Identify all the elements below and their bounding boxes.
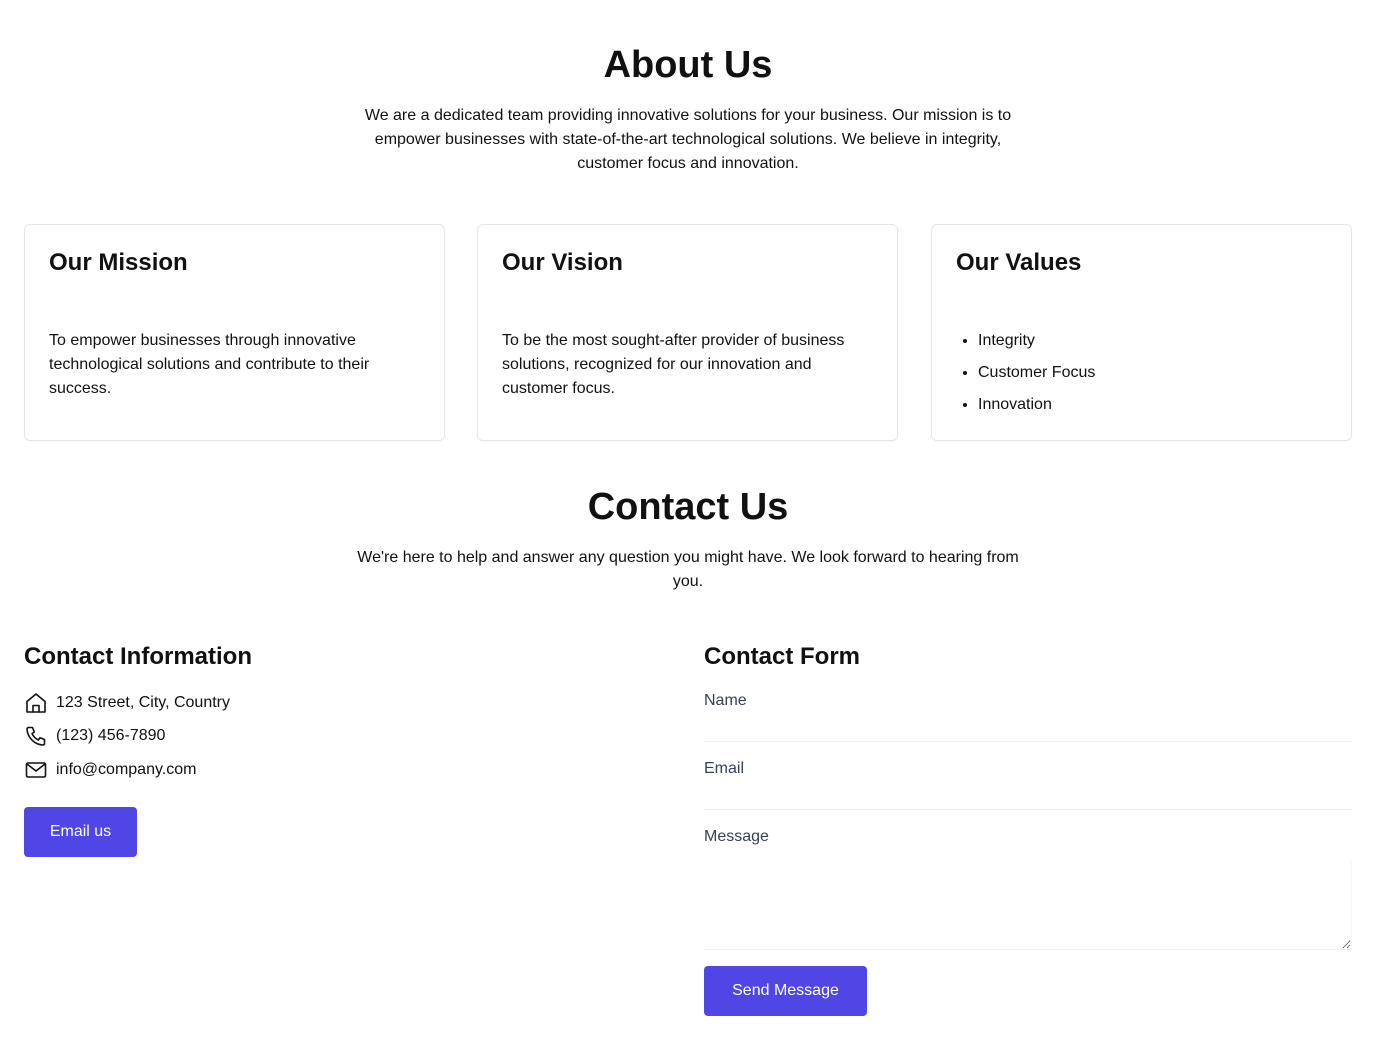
name-input[interactable] (704, 716, 1352, 742)
home-icon (26, 693, 46, 713)
mission-card: Our Mission To empower businesses throug… (24, 224, 445, 441)
phone-row: (123) 456-7890 (24, 724, 165, 748)
message-label: Message (704, 828, 769, 845)
vision-card: Our Vision To be the most sought-after p… (477, 224, 898, 441)
contact-form-heading: Contact Form (704, 643, 860, 670)
phone-text: (123) 456-7890 (56, 727, 166, 744)
values-list: Integrity Customer Focus Innovation (956, 329, 1095, 425)
value-item-innovation: Innovation (978, 393, 1095, 417)
vision-text: To be the most sought-after provider of … (502, 332, 845, 397)
about-title: About Us (603, 44, 773, 86)
value-item-customer-focus: Customer Focus (978, 361, 1095, 385)
name-label: Name (704, 692, 747, 709)
mission-text: To empower businesses through innovative… (49, 332, 370, 397)
contact-info-heading: Contact Information (24, 643, 252, 670)
email-us-button[interactable]: Email us (24, 807, 137, 857)
values-card: Our Values Integrity Customer Focus Inno… (931, 224, 1352, 441)
phone-icon (26, 726, 46, 746)
value-item-integrity: Integrity (978, 329, 1095, 353)
page: About Us We are a dedicated team providi… (0, 0, 1376, 1064)
values-title: Our Values (956, 249, 1082, 276)
contact-intro: We're here to help and answer any questi… (357, 549, 1019, 590)
about-intro: We are a dedicated team providing innova… (364, 107, 1012, 172)
email-text: info@company.com (56, 761, 197, 778)
email-row: info@company.com (24, 758, 196, 782)
contact-title: Contact Us (587, 486, 789, 528)
mission-title: Our Mission (49, 249, 188, 276)
address-row: 123 Street, City, Country (24, 691, 230, 715)
email-label: Email (704, 760, 745, 777)
mail-icon (25, 762, 47, 778)
send-message-button[interactable]: Send Message (704, 966, 867, 1016)
email-input[interactable] (704, 784, 1352, 810)
vision-title: Our Vision (502, 249, 623, 276)
message-textarea[interactable] (704, 862, 1352, 950)
address-text: 123 Street, City, Country (56, 694, 230, 711)
